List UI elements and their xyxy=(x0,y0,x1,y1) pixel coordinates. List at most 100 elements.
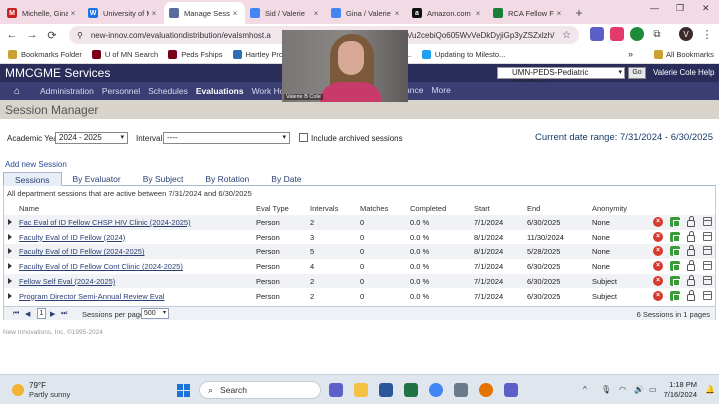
expand-row-icon[interactable] xyxy=(8,219,12,225)
add-new-session-link[interactable]: Add new Session xyxy=(5,160,67,169)
user-name[interactable]: Valerie Cole xyxy=(653,68,696,77)
first-page-button[interactable]: ⏮ xyxy=(13,310,19,318)
tab-close-icon[interactable]: × xyxy=(311,9,321,18)
video-call-overlay[interactable]: Valerie B Cole xyxy=(282,30,408,102)
per-page-select[interactable]: 500 ▾ xyxy=(141,308,169,319)
nav-item-administration[interactable]: Administration xyxy=(40,86,94,96)
column-header[interactable]: Start xyxy=(474,204,490,213)
expand-row-icon[interactable] xyxy=(8,248,12,255)
column-header[interactable]: Eval Type xyxy=(256,204,289,213)
start-button-icon[interactable] xyxy=(177,384,190,397)
forward-button[interactable]: → xyxy=(22,29,42,41)
expand-row-icon[interactable] xyxy=(8,233,12,240)
taskbar-search[interactable]: ⌕ Search xyxy=(199,381,321,399)
archive-icon[interactable] xyxy=(703,246,712,256)
extension-icon[interactable] xyxy=(630,27,644,41)
prev-page-button[interactable]: ◀ xyxy=(25,310,30,318)
tab-close-icon[interactable]: × xyxy=(473,9,483,18)
notification-bell-icon[interactable]: 🔔 xyxy=(705,385,715,394)
lock-icon[interactable] xyxy=(687,289,695,301)
new-tab-button[interactable]: + xyxy=(569,2,589,24)
archive-icon[interactable] xyxy=(703,275,712,285)
current-page[interactable]: 1 xyxy=(37,308,46,319)
back-button[interactable]: ← xyxy=(2,29,22,41)
tray-chevron-icon[interactable]: ^ xyxy=(583,385,587,394)
go-button[interactable]: Go xyxy=(628,67,646,79)
profile-avatar[interactable]: V xyxy=(679,27,693,41)
copy-icon[interactable] xyxy=(670,261,680,272)
maximize-button[interactable]: ❐ xyxy=(676,3,684,14)
interval-select[interactable]: ---- ▾ xyxy=(163,132,290,144)
excel-icon[interactable] xyxy=(404,383,418,397)
delete-icon[interactable]: × xyxy=(653,246,663,257)
lock-icon[interactable] xyxy=(687,274,695,286)
include-archived-checkbox[interactable] xyxy=(299,133,308,142)
bookmark-item[interactable]: Bookmarks Folder xyxy=(8,50,82,59)
bookmark-item[interactable]: Updating to Milesto... xyxy=(421,50,505,59)
column-header[interactable]: End xyxy=(527,204,540,213)
column-header[interactable]: Completed xyxy=(410,204,446,213)
help-link[interactable]: Help xyxy=(698,68,714,77)
copy-icon[interactable] xyxy=(670,217,680,227)
delete-icon[interactable]: × xyxy=(653,217,663,227)
extensions-puzzle-icon[interactable]: ⧉ xyxy=(650,27,664,41)
weather-widget[interactable]: 79°F Partly sunny xyxy=(12,381,70,399)
copy-icon[interactable] xyxy=(670,231,680,242)
next-page-button[interactable]: ▶ xyxy=(50,310,55,318)
site-info-icon[interactable]: ⚲ xyxy=(77,31,83,40)
file-explorer-icon[interactable] xyxy=(354,383,368,397)
lock-icon[interactable] xyxy=(687,260,695,272)
battery-icon[interactable]: ▭ xyxy=(649,385,657,394)
bookmark-item[interactable]: Peds Fships xyxy=(168,50,223,59)
tab-by-subject[interactable]: By Subject xyxy=(132,172,195,186)
archive-icon[interactable] xyxy=(703,217,712,226)
expand-row-icon[interactable] xyxy=(8,292,12,299)
column-header[interactable]: Matches xyxy=(360,204,388,213)
academic-year-select[interactable]: 2024 - 2025 ▾ xyxy=(55,132,128,144)
column-header[interactable]: Anonymity xyxy=(592,204,627,213)
browser-tab[interactable]: Sid / Valerie × xyxy=(245,2,326,24)
system-clock[interactable]: 1:18 PM 7/16/2024 xyxy=(664,380,697,400)
expand-row-icon[interactable] xyxy=(8,263,12,270)
snip-icon[interactable] xyxy=(454,383,468,397)
delete-icon[interactable]: × xyxy=(653,290,663,301)
tab-by-rotation[interactable]: By Rotation xyxy=(194,172,260,186)
column-header[interactable]: Name xyxy=(19,204,39,213)
browser-tab[interactable]: RCA Fellow F × xyxy=(488,2,569,24)
session-name-link[interactable]: Program Director Semi-Annual Review Eval xyxy=(19,292,164,301)
browser-tab[interactable]: W University of M × xyxy=(83,2,164,24)
browser-tab[interactable]: a Amazon.com × xyxy=(407,2,488,24)
session-name-link[interactable]: Fellow Self Eval (2024-2025) xyxy=(19,277,115,286)
archive-icon[interactable] xyxy=(703,231,712,241)
lock-icon[interactable] xyxy=(687,216,695,227)
archive-icon[interactable] xyxy=(703,290,712,300)
word-icon[interactable] xyxy=(379,383,393,397)
minimize-button[interactable]: — xyxy=(650,3,659,13)
nav-item-more[interactable]: More xyxy=(431,85,450,95)
archive-icon[interactable] xyxy=(703,261,712,271)
column-header[interactable]: Intervals xyxy=(310,204,338,213)
extension-icon[interactable] xyxy=(590,27,604,41)
tab-by-evaluator[interactable]: By Evaluator xyxy=(62,172,132,186)
delete-icon[interactable]: × xyxy=(653,275,663,286)
last-page-button[interactable]: ⏭ xyxy=(61,310,67,318)
microphone-icon[interactable]: 🎙 xyxy=(601,385,611,394)
delete-icon[interactable]: × xyxy=(653,231,663,242)
browser-menu-icon[interactable]: ⋮ xyxy=(700,27,714,41)
bookmark-star-icon[interactable]: ☆ xyxy=(562,30,571,41)
copy-icon[interactable] xyxy=(670,275,680,286)
browser-tab[interactable]: M Michelle, Gina × xyxy=(2,2,83,24)
tab-close-icon[interactable]: × xyxy=(149,9,159,18)
extension-icon[interactable] xyxy=(610,27,624,41)
bookmark-item[interactable]: U of MN Search xyxy=(91,50,158,59)
tab-close-icon[interactable]: × xyxy=(554,9,564,18)
lock-icon[interactable] xyxy=(687,230,695,242)
copy-icon[interactable] xyxy=(670,246,680,257)
tab-by-date[interactable]: By Date xyxy=(260,172,312,186)
copy-icon[interactable] xyxy=(670,290,680,301)
browser-tab[interactable]: Manage Session× xyxy=(164,2,245,24)
copilot-icon[interactable] xyxy=(329,383,343,397)
volume-icon[interactable]: 🔊 xyxy=(634,385,644,394)
nav-item-schedules[interactable]: Schedules xyxy=(148,86,188,96)
chrome-icon[interactable] xyxy=(429,383,443,397)
